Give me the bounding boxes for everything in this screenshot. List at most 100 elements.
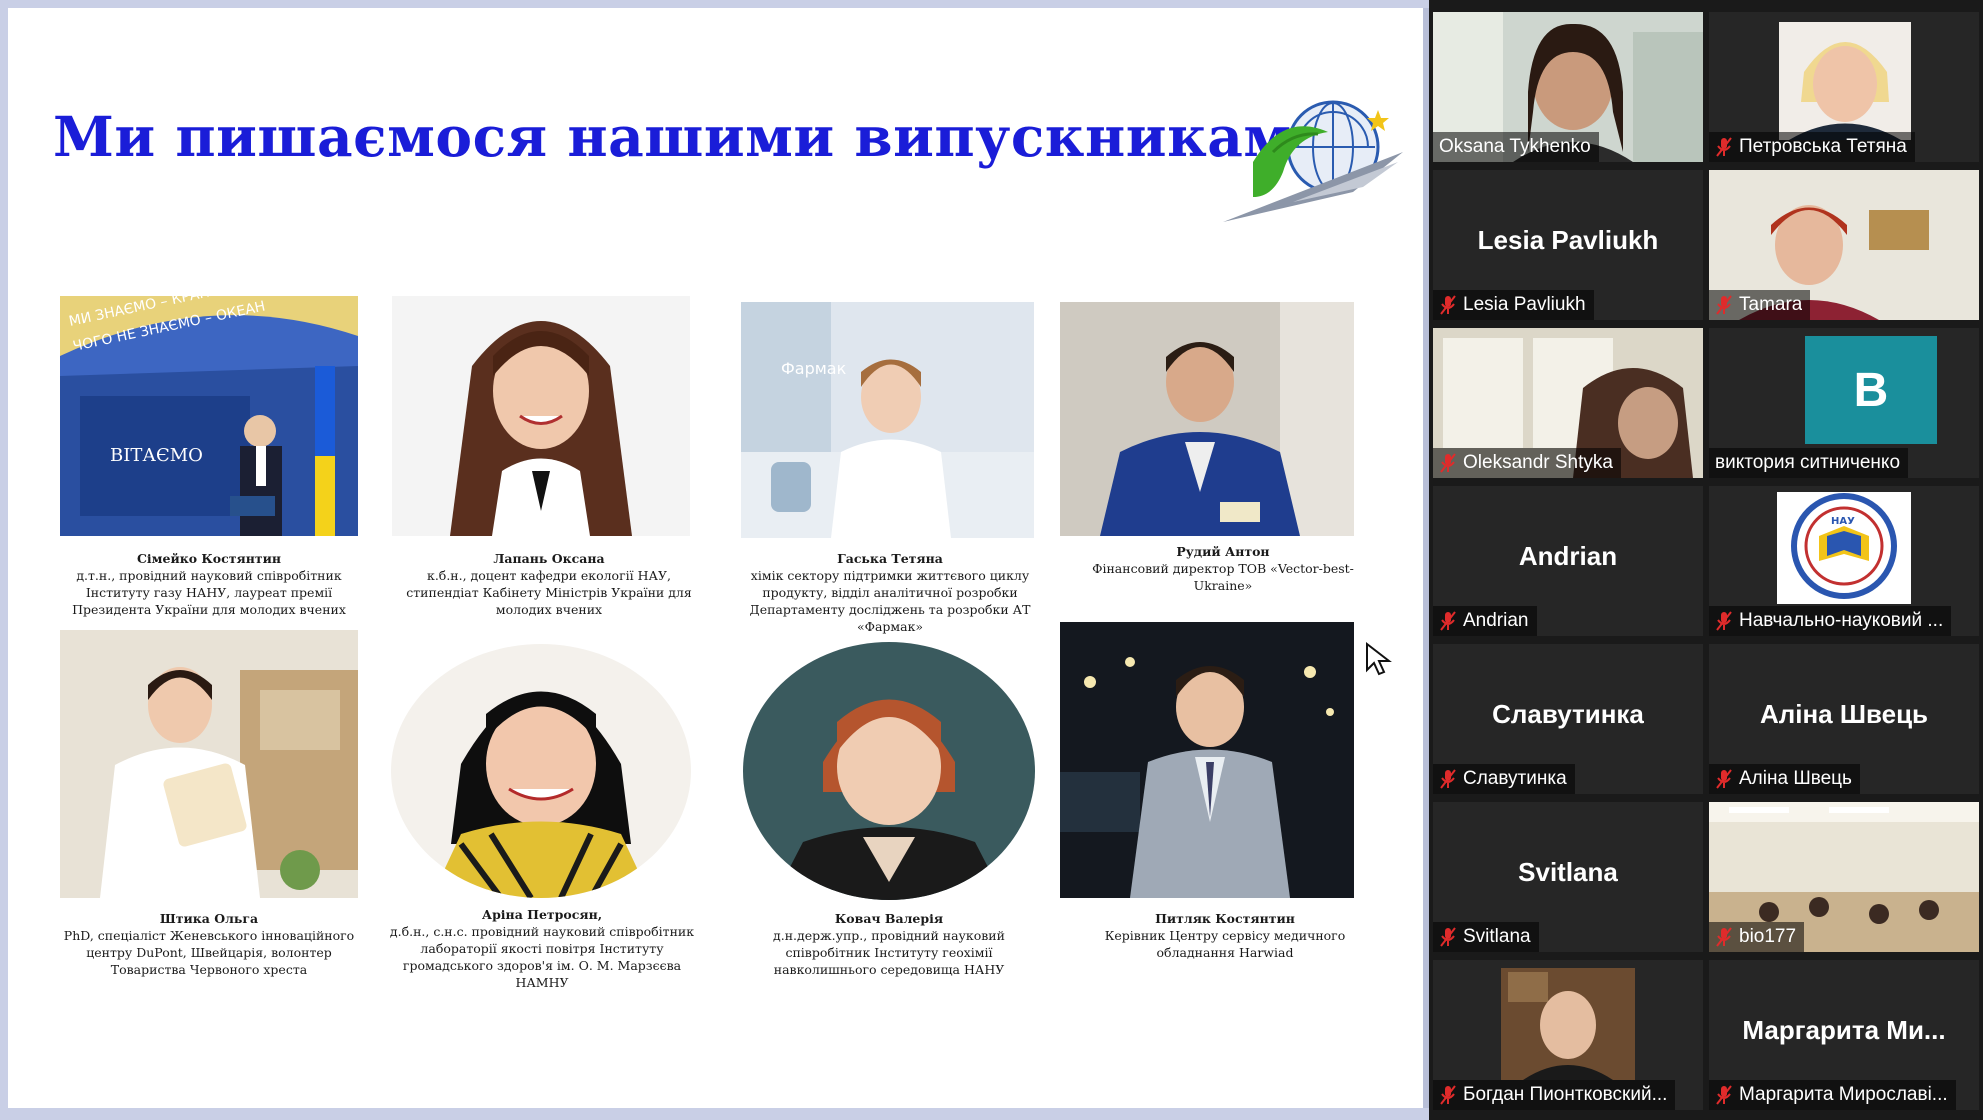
graduate-caption-3: Гаська Тетяна хімік сектору підтримки жи… bbox=[740, 550, 1040, 635]
participant-display-name: Славутинка bbox=[1492, 699, 1644, 729]
participant-display-name: Lesia Pavliukh bbox=[1477, 225, 1659, 255]
participant-name-label: Славутинка bbox=[1433, 764, 1575, 794]
graduate-photo-4 bbox=[1060, 302, 1354, 536]
graduate-photo-5 bbox=[60, 630, 358, 898]
graduate-name: Рудий Антон bbox=[1176, 544, 1270, 559]
shared-screen-slide: Ми пишаємося нашими випускниками МИ ЗНАЄ… bbox=[8, 8, 1429, 1108]
participant-name: Oksana Tykhenko bbox=[1439, 136, 1591, 157]
participant-tile[interactable]: bio177 bbox=[1709, 802, 1979, 952]
participant-name: Andrian bbox=[1463, 610, 1529, 631]
participant-name: Богдан Пионтковский... bbox=[1463, 1084, 1668, 1105]
graduate-description: к.б.н., доцент кафедри екології НАУ, сти… bbox=[406, 568, 692, 617]
participant-tile[interactable]: Svitlana Svitlana bbox=[1433, 802, 1703, 952]
participant-name: виктория ситниченко bbox=[1715, 452, 1901, 473]
participant-tile[interactable]: B виктория ситниченко bbox=[1709, 328, 1979, 478]
vitaemo-text: ВІТАЄМО bbox=[110, 445, 203, 466]
participant-name-label: Аліна Швець bbox=[1709, 764, 1860, 794]
graduate-photo-6 bbox=[391, 644, 691, 898]
participant-name: Tamara bbox=[1739, 294, 1803, 315]
muted-mic-icon bbox=[1440, 295, 1456, 315]
participant-name-label: Lesia Pavliukh bbox=[1433, 290, 1594, 320]
participant-tile[interactable]: Oksana Tykhenko bbox=[1433, 12, 1703, 162]
graduate-photo-1: МИ ЗНАЄМО – КРАПЛЯ ЧОГО НЕ ЗНАЄМО – ОКЕА… bbox=[60, 296, 358, 536]
graduate-caption-8: Питляк Костянтин Керівник Центру сервісу… bbox=[1090, 910, 1360, 961]
participant-name: Славутинка bbox=[1463, 768, 1567, 789]
participant-tile[interactable]: Lesia Pavliukh Lesia Pavliukh bbox=[1433, 170, 1703, 320]
graduate-description: д.б.н., с.н.с. провідний науковий співро… bbox=[389, 924, 695, 990]
graduate-name: Сімейко Костянтин bbox=[136, 551, 282, 566]
participant-tile[interactable]: Andrian Andrian bbox=[1433, 486, 1703, 636]
muted-mic-icon bbox=[1716, 611, 1732, 631]
participant-name-label: Навчально-науковий ... bbox=[1709, 606, 1952, 636]
participant-name-label: Tamara bbox=[1709, 290, 1811, 320]
muted-mic-icon bbox=[1440, 453, 1456, 473]
graduate-description: д.т.н., провідний науковий співробітник … bbox=[72, 568, 346, 617]
graduate-caption-4: Рудий Антон Фінансовий директор ТОВ «Vec… bbox=[1088, 543, 1358, 594]
muted-mic-icon bbox=[1716, 769, 1732, 789]
participant-tile[interactable]: Петровська Тетяна bbox=[1709, 12, 1979, 162]
graduate-description: Керівник Центру сервісу медичного обладн… bbox=[1104, 928, 1346, 960]
participant-name-label: Oksana Tykhenko bbox=[1433, 132, 1599, 162]
participant-name: bio177 bbox=[1739, 926, 1797, 947]
graduate-name: Питляк Костянтин bbox=[1155, 911, 1295, 926]
slide-title: Ми пишаємося нашими випускниками bbox=[53, 104, 1334, 169]
graduate-description: д.н.держ.упр., провідний науковий співро… bbox=[773, 928, 1005, 977]
graduate-photo-2 bbox=[392, 296, 690, 536]
participant-display-name: Svitlana bbox=[1518, 857, 1618, 887]
farmak-text: Фармак bbox=[781, 359, 847, 378]
participant-name-label: Маргарита Мирославі... bbox=[1709, 1080, 1956, 1110]
university-logo bbox=[1213, 92, 1413, 232]
participant-display-name: Маргарита Ми... bbox=[1742, 1015, 1946, 1045]
graduate-description: PhD, спеціаліст Женевського інноваційног… bbox=[63, 928, 355, 977]
graduate-name: Лапань Оксана bbox=[493, 551, 605, 566]
participant-tile[interactable]: Славутинка Славутинка bbox=[1433, 644, 1703, 794]
participant-tile[interactable]: Богдан Пионтковский... bbox=[1433, 960, 1703, 1110]
graduate-photo-3: Фармак bbox=[741, 302, 1034, 538]
muted-mic-icon bbox=[1440, 611, 1456, 631]
participant-name: Маргарита Мирославі... bbox=[1739, 1084, 1948, 1105]
muted-mic-icon bbox=[1440, 927, 1456, 947]
graduate-name: Аріна Петросян, bbox=[481, 907, 603, 922]
participant-display-name: Аліна Швець bbox=[1759, 699, 1929, 729]
participant-name: Петровська Тетяна bbox=[1739, 136, 1907, 157]
participant-name: Навчально-науковий ... bbox=[1739, 610, 1944, 631]
participant-name-label: Svitlana bbox=[1433, 922, 1539, 952]
participant-tile[interactable]: НАУ Навчально-науковий ... bbox=[1709, 486, 1979, 636]
graduate-caption-6: Аріна Петросян, д.б.н., с.н.с. провідний… bbox=[386, 906, 698, 991]
participant-tile[interactable]: Oleksandr Shtyka bbox=[1433, 328, 1703, 478]
graduate-photo-7 bbox=[743, 642, 1035, 900]
participants-gallery: Oksana Tykhenko Петровська Тетяна Lesia … bbox=[1429, 0, 1983, 1120]
graduate-name: Ковач Валерія bbox=[834, 911, 944, 926]
graduate-caption-5: Штика Ольга PhD, спеціаліст Женевського … bbox=[58, 910, 360, 978]
graduate-caption-7: Ковач Валерія д.н.держ.упр., провідний н… bbox=[736, 910, 1042, 978]
participant-name-label: Петровська Тетяна bbox=[1709, 132, 1915, 162]
graduate-description: хімік сектору підтримки життєвого циклу … bbox=[749, 568, 1031, 634]
participant-name-label: bio177 bbox=[1709, 922, 1805, 952]
graduate-name: Штика Ольга bbox=[159, 911, 259, 926]
participant-name-label: Богдан Пионтковский... bbox=[1433, 1080, 1676, 1110]
muted-mic-icon bbox=[1440, 769, 1456, 789]
mouse-pointer-icon bbox=[1366, 641, 1392, 676]
muted-mic-icon bbox=[1440, 1085, 1456, 1105]
participant-display-name: Andrian bbox=[1518, 541, 1618, 571]
participant-name-label: Andrian bbox=[1433, 606, 1537, 636]
participant-tile[interactable]: Аліна Швець Аліна Швець bbox=[1709, 644, 1979, 794]
participant-name: Oleksandr Shtyka bbox=[1463, 452, 1613, 473]
muted-mic-icon bbox=[1716, 137, 1732, 157]
graduate-name: Гаська Тетяна bbox=[837, 551, 943, 566]
graduate-caption-2: Лапань Оксана к.б.н., доцент кафедри еко… bbox=[402, 550, 696, 618]
participant-tile[interactable]: Маргарита Ми... Маргарита Мирославі... bbox=[1709, 960, 1979, 1110]
tile-logo-text: НАУ bbox=[1831, 516, 1855, 527]
participant-name: Аліна Швець bbox=[1739, 768, 1852, 789]
graduate-description: Фінансовий директор ТОВ «Vector-best-Ukr… bbox=[1092, 561, 1354, 593]
muted-mic-icon bbox=[1716, 295, 1732, 315]
muted-mic-icon bbox=[1716, 1085, 1732, 1105]
graduate-caption-1: Сімейко Костянтин д.т.н., провідний наук… bbox=[48, 550, 370, 618]
graduate-photo-8 bbox=[1060, 622, 1354, 898]
participant-name: Lesia Pavliukh bbox=[1463, 294, 1586, 315]
participant-name-label: виктория ситниченко bbox=[1709, 448, 1909, 478]
participant-name-label: Oleksandr Shtyka bbox=[1433, 448, 1621, 478]
participant-name: Svitlana bbox=[1463, 926, 1531, 947]
participant-tile[interactable]: Tamara bbox=[1709, 170, 1979, 320]
muted-mic-icon bbox=[1716, 927, 1732, 947]
